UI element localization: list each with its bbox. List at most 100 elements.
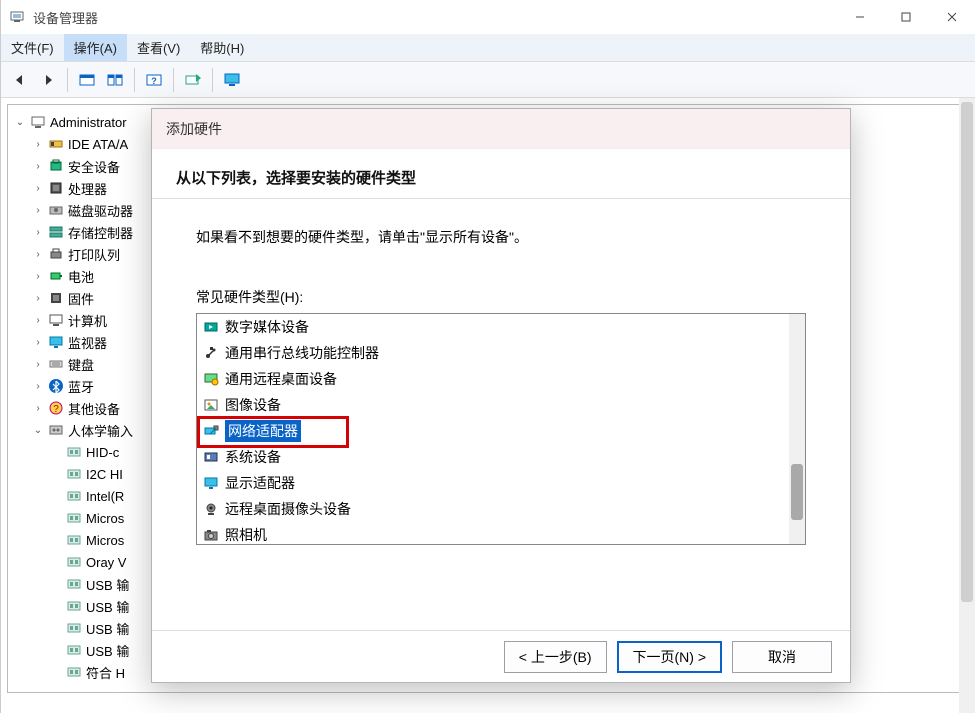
- expand-icon[interactable]: ›: [32, 204, 44, 216]
- cancel-button[interactable]: 取消: [732, 641, 832, 673]
- toolbar-back-button[interactable]: [7, 67, 33, 93]
- toolbar-view1-button[interactable]: [74, 67, 100, 93]
- keyboard-icon: [48, 356, 64, 372]
- hid-dev-icon: [66, 532, 82, 548]
- tree-leaf-label: HID-c: [86, 445, 119, 460]
- hid-dev-icon: [66, 576, 82, 592]
- hardware-type-item[interactable]: 通用串行总线功能控制器: [197, 340, 789, 366]
- expand-icon[interactable]: ›: [32, 138, 44, 150]
- expand-icon[interactable]: ›: [32, 182, 44, 194]
- vertical-scrollbar[interactable]: [959, 98, 975, 713]
- menu-file[interactable]: 文件(F): [1, 34, 64, 61]
- expand-icon[interactable]: ›: [32, 292, 44, 304]
- hardware-type-item[interactable]: 网络适配器: [197, 418, 789, 444]
- battery-icon: [48, 268, 64, 284]
- expand-icon[interactable]: ›: [32, 380, 44, 392]
- dialog-body: 如果看不到想要的硬件类型，请单击"显示所有设备"。 常见硬件类型(H): 数字媒…: [152, 199, 850, 630]
- tree-node-label: 监视器: [68, 333, 107, 352]
- list-scrollbar[interactable]: [789, 314, 805, 544]
- hardware-type-label: 照相机: [225, 525, 267, 544]
- menu-action[interactable]: 操作(A): [64, 34, 127, 61]
- tree-leaf-label: 符合 H: [86, 663, 125, 682]
- expand-icon[interactable]: ›: [32, 248, 44, 260]
- back-button[interactable]: < 上一步(B): [504, 641, 607, 673]
- collapse-icon[interactable]: ⌄: [32, 424, 44, 436]
- hardware-type-item[interactable]: 系统设备: [197, 444, 789, 470]
- tree-leaf-label: USB 输: [86, 641, 129, 660]
- app-icon: [9, 9, 25, 25]
- expand-icon[interactable]: ›: [32, 226, 44, 238]
- hid-dev-icon: [66, 642, 82, 658]
- hardware-type-item[interactable]: 图像设备: [197, 392, 789, 418]
- expand-icon[interactable]: ›: [32, 358, 44, 370]
- expand-icon[interactable]: ›: [32, 160, 44, 172]
- computer-icon: [48, 312, 64, 328]
- printer-icon: [48, 246, 64, 262]
- minimize-button[interactable]: [837, 0, 883, 34]
- hardware-type-list[interactable]: 数字媒体设备通用串行总线功能控制器通用远程桌面设备图像设备网络适配器系统设备显示…: [196, 313, 806, 545]
- hardware-type-label: 通用远程桌面设备: [225, 369, 337, 389]
- scrollbar-thumb[interactable]: [961, 102, 973, 602]
- hardware-type-item[interactable]: 远程桌面摄像头设备: [197, 496, 789, 522]
- hardware-type-label: 图像设备: [225, 395, 281, 415]
- hardware-type-label: 通用串行总线功能控制器: [225, 343, 379, 363]
- list-scrollbar-thumb[interactable]: [791, 464, 803, 520]
- menu-view[interactable]: 查看(V): [127, 34, 190, 61]
- tree-node-label: 人体学输入: [68, 421, 133, 440]
- tree-node-label: 固件: [68, 289, 94, 308]
- hardware-type-item[interactable]: 通用远程桌面设备: [197, 366, 789, 392]
- tree-leaf-label: USB 输: [86, 575, 129, 594]
- display-icon: [203, 475, 219, 491]
- expand-icon[interactable]: ›: [32, 402, 44, 414]
- hid-dev-icon: [66, 466, 82, 482]
- webcam-icon: [203, 501, 219, 517]
- tree-node-label: 打印队列: [68, 245, 120, 264]
- toolbar: ?: [1, 62, 975, 98]
- hid-dev-icon: [66, 488, 82, 504]
- tree-leaf-label: USB 输: [86, 619, 129, 638]
- hid-dev-icon: [66, 598, 82, 614]
- bluetooth-icon: [48, 378, 64, 394]
- toolbar-view2-button[interactable]: [102, 67, 128, 93]
- hardware-type-item[interactable]: 照相机: [197, 522, 789, 544]
- hardware-type-item[interactable]: 数字媒体设备: [197, 314, 789, 340]
- close-button[interactable]: [929, 0, 975, 34]
- hardware-type-label: 远程桌面摄像头设备: [225, 499, 351, 519]
- tree-leaf-label: USB 输: [86, 597, 129, 616]
- toolbar-monitor-button[interactable]: [219, 67, 245, 93]
- toolbar-help-button[interactable]: ?: [141, 67, 167, 93]
- tree-node-label: 安全设备: [68, 157, 120, 176]
- expand-icon[interactable]: ›: [32, 314, 44, 326]
- tree-leaf-label: Oray V: [86, 555, 126, 570]
- toolbar-scan-button[interactable]: [180, 67, 206, 93]
- tree-leaf-label: I2C HI: [86, 467, 123, 482]
- security-icon: [48, 158, 64, 174]
- expand-icon[interactable]: ›: [32, 336, 44, 348]
- hardware-type-item[interactable]: 显示适配器: [197, 470, 789, 496]
- next-button[interactable]: 下一页(N) >: [617, 641, 723, 673]
- ide-icon: [48, 136, 64, 152]
- cpu-icon: [48, 180, 64, 196]
- hid-dev-icon: [66, 664, 82, 680]
- hid-dev-icon: [66, 620, 82, 636]
- tree-node-label: 键盘: [68, 355, 94, 374]
- maximize-button[interactable]: [883, 0, 929, 34]
- camera-icon: [203, 527, 219, 543]
- tree-node-label: IDE ATA/A: [68, 137, 128, 152]
- expand-icon[interactable]: ›: [32, 270, 44, 282]
- add-hardware-dialog: 添加硬件 从以下列表，选择要安装的硬件类型 如果看不到想要的硬件类型，请单击"显…: [151, 108, 851, 683]
- tree-node-label: 计算机: [68, 311, 107, 330]
- tree-node-label: 蓝牙: [68, 377, 94, 396]
- tree-node-label: 其他设备: [68, 399, 120, 418]
- hardware-type-label: 显示适配器: [225, 473, 295, 493]
- toolbar-forward-button[interactable]: [35, 67, 61, 93]
- tree-node-label: 存储控制器: [68, 223, 133, 242]
- other-icon: ?: [48, 400, 64, 416]
- svg-text:?: ?: [53, 404, 59, 415]
- list-label: 常见硬件类型(H):: [196, 287, 806, 307]
- tree-node-label: 处理器: [68, 179, 107, 198]
- hid-dev-icon: [66, 510, 82, 526]
- expand-icon[interactable]: ⌄: [14, 116, 26, 128]
- system-icon: [203, 449, 219, 465]
- menu-help[interactable]: 帮助(H): [190, 34, 254, 61]
